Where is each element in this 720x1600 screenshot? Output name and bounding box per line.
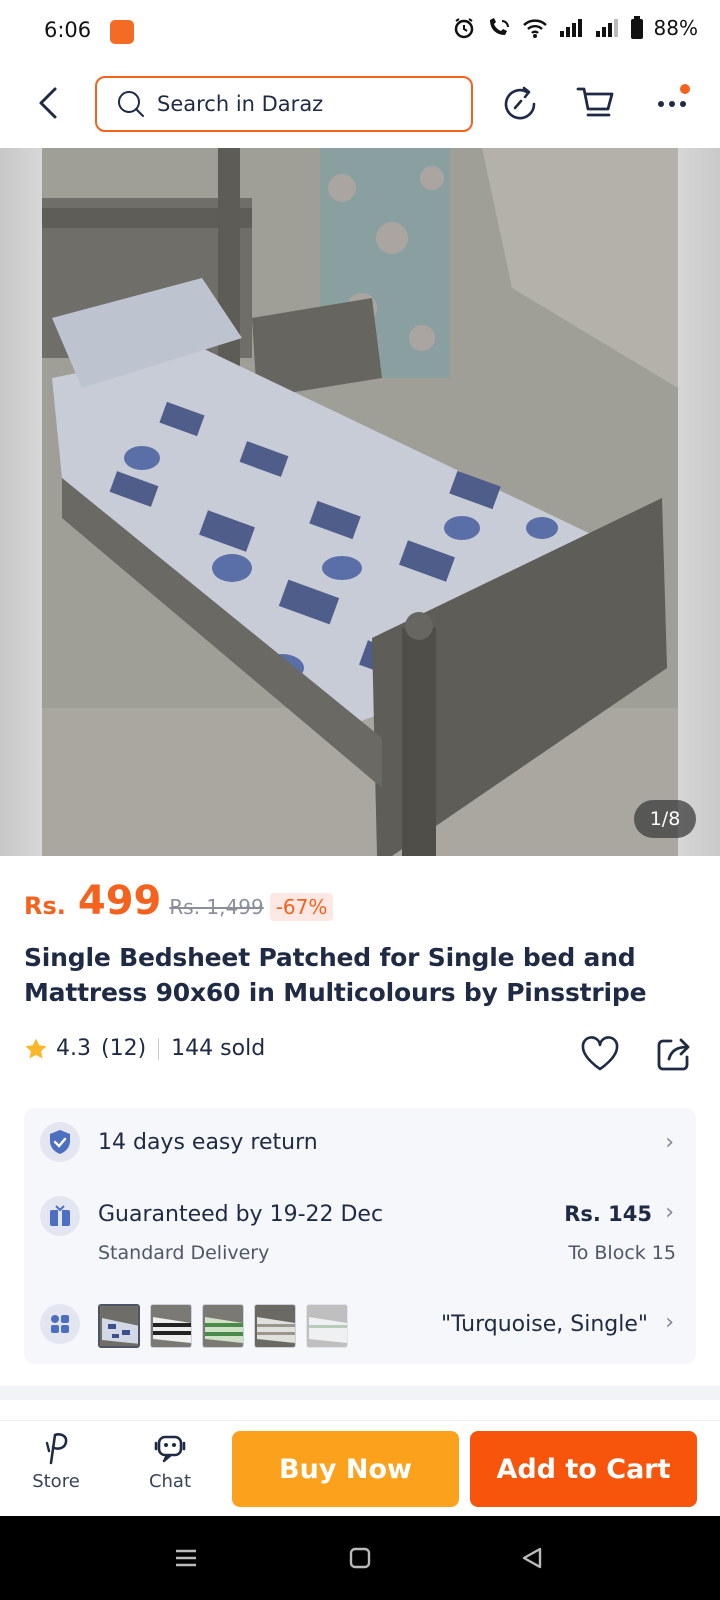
product-photo (42, 148, 678, 856)
notification-dot (680, 84, 690, 94)
search-bar[interactable] (95, 76, 473, 132)
store-label: Store (32, 1471, 80, 1492)
section-divider (0, 1386, 720, 1400)
rating-row[interactable]: 4.3 (12) 144 sold (24, 1036, 265, 1061)
share-button[interactable] (652, 1032, 696, 1076)
home-square-icon (349, 1547, 371, 1569)
top-nav (0, 64, 720, 148)
refresh-history-icon (504, 86, 536, 120)
review-count: (12) (101, 1036, 147, 1061)
recent-apps-button[interactable] (170, 1542, 202, 1574)
search-input[interactable] (157, 92, 457, 116)
bedsheet-photo-illustration (42, 148, 678, 856)
history-button[interactable] (498, 82, 542, 126)
price-currency: Rs. (24, 892, 66, 920)
battery-percent: 88% (653, 16, 698, 40)
status-time: 6:06 (44, 18, 92, 42)
price-row: Rs. 499 Rs. 1,499 -67% (24, 878, 334, 924)
return-policy-text: 14 days easy return (98, 1130, 318, 1155)
battery-icon (630, 16, 643, 39)
variants-grid-icon (40, 1304, 80, 1344)
delivery-fee: Rs. 145 (564, 1202, 652, 1226)
wifi-icon (522, 19, 547, 38)
cart-button[interactable] (574, 82, 618, 126)
chat-button[interactable]: Chat (130, 1431, 210, 1492)
chevron-right-icon: › (665, 1310, 674, 1335)
home-button[interactable] (344, 1542, 376, 1574)
variant-thumb-turquoise[interactable] (98, 1304, 140, 1348)
chevron-right-icon: › (665, 1200, 674, 1225)
variant-thumb-green[interactable] (202, 1304, 244, 1348)
status-icons: 88% (452, 16, 698, 40)
chat-robot-icon (154, 1435, 186, 1463)
gallery-page-indicator: 1/8 (634, 800, 696, 838)
delivery-guarantee-text: Guaranteed by 19-22 Dec (98, 1202, 384, 1227)
delivery-type-text: Standard Delivery (98, 1242, 270, 1264)
product-title: Single Bedsheet Patched for Single bed a… (24, 943, 647, 1007)
original-price: Rs. 1,499 (169, 895, 264, 919)
chevron-right-icon: › (665, 1130, 674, 1155)
bottom-action-bar: Store Chat Buy Now Add to Cart (0, 1420, 720, 1516)
back-triangle-icon (522, 1547, 542, 1569)
variant-thumbnails (98, 1304, 348, 1348)
variant-thumb-more[interactable] (306, 1304, 348, 1348)
share-icon (657, 1038, 690, 1071)
star-icon (25, 1038, 47, 1058)
selected-variant-text[interactable]: "Turquoise, Single" (441, 1312, 648, 1337)
signal-icon-1 (559, 19, 582, 37)
wifi-call-icon (489, 18, 509, 35)
signal-icon-2 (595, 19, 618, 37)
discount-badge: -67% (269, 893, 334, 921)
rating-divider (158, 1037, 160, 1060)
variant-thumb-grey[interactable] (254, 1304, 296, 1348)
status-bar: 6:06 88% (0, 0, 720, 64)
delivery-location: To Block 15 (568, 1242, 676, 1264)
heart-icon (581, 1036, 619, 1071)
search-icon (118, 91, 144, 117)
chat-label: Chat (148, 1471, 192, 1492)
menu-lines-icon (176, 1549, 196, 1567)
add-to-cart-button[interactable]: Add to Cart (470, 1431, 697, 1507)
delivery-box-icon (40, 1196, 80, 1236)
more-dots-icon (658, 101, 686, 107)
store-icon (45, 1433, 68, 1465)
daraz-notification-icon (110, 20, 134, 44)
alarm-icon (454, 18, 473, 39)
wishlist-button[interactable] (578, 1032, 622, 1076)
sold-count: 144 sold (171, 1036, 266, 1061)
product-info-card: 14 days easy return › Guaranteed by 19-2… (24, 1108, 696, 1364)
back-button[interactable] (28, 80, 68, 126)
system-back-button[interactable] (516, 1542, 548, 1574)
variant-thumb-black-white[interactable] (150, 1304, 192, 1348)
store-button[interactable]: Store (16, 1431, 96, 1492)
price-value: 499 (77, 878, 162, 924)
shield-check-icon (40, 1122, 80, 1162)
return-policy-row[interactable]: 14 days easy return › (24, 1108, 696, 1178)
shopping-cart-icon (576, 87, 614, 117)
rating-value: 4.3 (56, 1036, 91, 1061)
product-image-gallery[interactable]: 1/8 (0, 148, 720, 856)
buy-now-button[interactable]: Buy Now (232, 1431, 459, 1507)
system-navigation-bar (0, 1516, 720, 1600)
delivery-row[interactable]: Guaranteed by 19-22 Dec Standard Deliver… (24, 1178, 696, 1278)
chevron-left-icon (39, 87, 57, 119)
